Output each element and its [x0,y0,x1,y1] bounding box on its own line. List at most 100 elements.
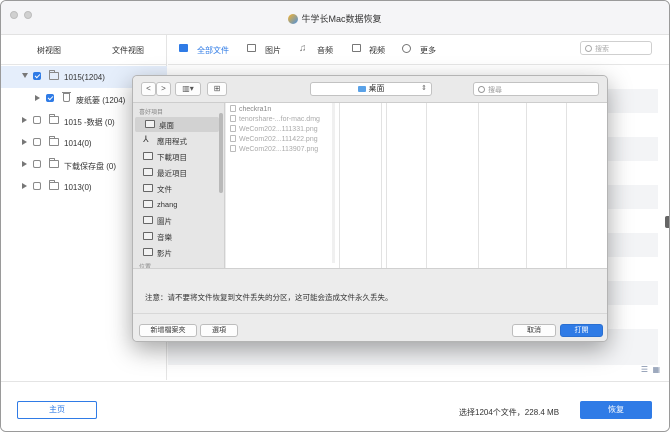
list-view-icon[interactable]: ☰ [641,365,648,374]
sidebar-tabs: 树视图 文件视图 [1,35,166,65]
sidebar-item-home[interactable]: zhang [133,197,217,212]
chevron-right-icon[interactable] [35,95,40,101]
updown-chevron-icon: ⇕ [421,85,427,92]
file-item[interactable]: checkra1n [230,105,271,113]
tree-item-label: 废纸篓 (1204) [76,96,126,105]
home-button[interactable]: 主页 [17,401,97,419]
app-title: 牛学长Mac数据恢复 [1,12,669,25]
file-icon [230,135,236,142]
dialog-notice-area: 注意：请不要将文件恢复到文件丢失的分区，这可能会造成文件永久丢失。 [133,268,607,313]
path-select-label: 桌面 [368,84,385,93]
sidebar-item-label: 影片 [157,249,172,258]
tree-item-label: 1015 -数据 (0) [64,118,115,127]
path-select[interactable]: 桌面 ⇕ [310,82,432,96]
dialog-file-browser: checkra1n tenorshare-...for-mac.dmg WeCo… [226,103,607,268]
sidebar-item-label: 下載項目 [157,153,187,162]
sidebar-item-pictures[interactable]: 圖片 [133,213,217,228]
more-icon [402,44,411,53]
dialog-button-bar: 新增檔案夾 選項 取消 打開 [133,313,607,341]
file-item[interactable]: WeCom202...111422.png [230,135,318,143]
chevron-down-icon[interactable] [22,73,28,78]
chevron-right-icon[interactable] [22,117,27,123]
tab-file-view[interactable]: 文件视图 [112,45,144,56]
chevron-right-icon[interactable] [22,183,27,189]
sidebar-item-label: 文件 [157,185,172,194]
filter-all-files[interactable]: 全部文件 [197,45,229,56]
checkbox[interactable] [46,94,54,102]
music-icon [143,232,153,240]
chevron-right-icon[interactable] [22,139,27,145]
back-button[interactable]: < [141,82,156,96]
file-icon [230,125,236,132]
filter-more[interactable]: 更多 [420,45,436,56]
movies-icon [143,248,153,256]
dialog-search-input[interactable]: 搜尋 [473,82,599,96]
column-divider [566,103,567,268]
file-item[interactable]: WeCom202...113907.png [230,145,318,153]
applications-icon: ⅄ [143,134,149,144]
dialog-toolbar: < > ▥▾ ⊞ 桌面 ⇕ 搜尋 [133,76,607,103]
downloads-icon [143,152,153,160]
folder-icon [49,158,59,168]
sidebar-item-label: zhang [157,200,178,209]
checkbox[interactable] [33,160,41,168]
file-name: checkra1n [239,106,272,113]
view-mode-button[interactable]: ▥▾ [175,82,201,96]
column-divider [526,103,527,268]
pictures-icon [143,216,153,224]
search-input[interactable]: 搜索 [580,41,652,55]
favorites-heading: 喜好項目 [139,110,164,116]
home-icon [143,200,153,208]
options-button[interactable]: 選項 [200,324,238,337]
sidebar-item-applications[interactable]: ⅄ 應用程式 [133,133,217,148]
sidebar-item-music[interactable]: 音樂 [133,229,217,244]
checkbox[interactable] [33,138,41,146]
image-icon [247,44,256,52]
file-name: WeCom202...113907.png [239,146,319,153]
file-name: tenorshare-...for-mac.dmg [239,116,320,123]
file-item[interactable]: tenorshare-...for-mac.dmg [230,115,320,123]
scroll-handle[interactable] [665,216,669,228]
recover-button[interactable]: 恢复 [580,401,652,419]
filter-audio[interactable]: 音频 [317,45,333,56]
tree-item-label: 1015(1204) [64,73,105,82]
column-divider [386,103,387,268]
sidebar-item-label: 應用程式 [157,137,187,146]
cancel-button[interactable]: 取消 [512,324,556,337]
desktop-icon [145,120,155,128]
filter-video[interactable]: 视频 [369,45,385,56]
chevron-right-icon[interactable] [22,161,27,167]
sidebar-item-documents[interactable]: 文件 [133,181,217,196]
documents-icon [143,184,153,192]
new-folder-toolbar-button[interactable]: ⊞ [207,82,227,96]
folder-icon [357,86,366,92]
folder-icon [49,180,59,190]
column-divider [478,103,479,268]
grid-view-icon[interactable]: ▦ [652,365,660,374]
app-window: 牛学长Mac数据恢复 树视图 文件视图 1015(1204) 废纸篓 (1204… [0,0,670,432]
tree-item-label: 1013(0) [64,183,92,192]
tree-item-label: 1014(0) [64,139,92,148]
folder-icon [49,70,59,80]
sidebar-item-downloads[interactable]: 下載項目 [133,149,217,164]
checkbox[interactable] [33,116,41,124]
checkbox[interactable] [33,72,41,80]
sidebar-item-movies[interactable]: 影片 [133,245,217,260]
filter-images[interactable]: 图片 [265,45,281,56]
sidebar-scrollbar[interactable] [219,113,223,193]
new-folder-button[interactable]: 新增檔案夾 [139,324,197,337]
sidebar-item-label: 最近項目 [157,169,187,178]
file-item[interactable]: WeCom202...111331.png [230,125,318,133]
column-scrollbar[interactable] [332,103,335,263]
music-note-icon: ♫ [299,43,307,54]
tab-tree-view[interactable]: 树视图 [37,45,61,56]
checkbox[interactable] [33,182,41,190]
sidebar-item-recents[interactable]: 最近項目 [133,165,217,180]
tree-item-label: 下载保存盘 (0) [64,162,116,171]
column-divider [426,103,427,268]
open-button[interactable]: 打開 [560,324,603,337]
forward-button[interactable]: > [156,82,171,96]
column-divider [339,103,340,268]
sidebar-item-label: 音樂 [157,233,172,242]
sidebar-item-desktop[interactable]: 桌面 [135,117,219,132]
